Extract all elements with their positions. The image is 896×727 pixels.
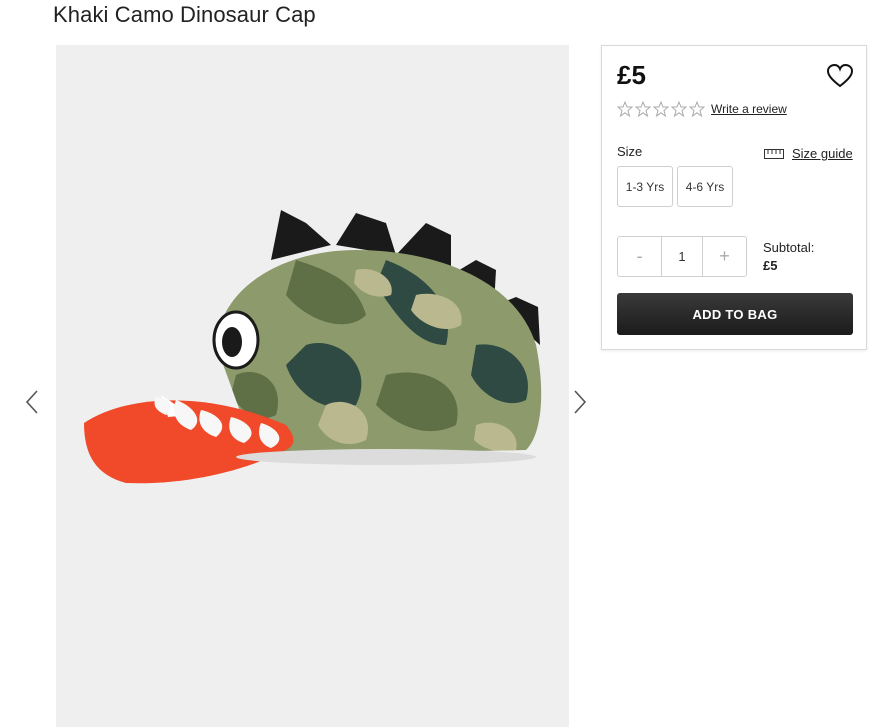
ruler-icon [764, 148, 784, 159]
star-icon [689, 101, 705, 117]
star-icon [635, 101, 651, 117]
size-label: Size [617, 144, 643, 159]
size-option-4-6-yrs[interactable]: 4-6 Yrs [677, 166, 733, 207]
size-guide-link[interactable]: Size guide [764, 146, 853, 161]
star-icon [653, 101, 669, 117]
chevron-left-icon [25, 390, 38, 414]
quantity-input[interactable] [661, 237, 703, 276]
quantity-decrease-button[interactable]: - [618, 237, 661, 276]
chevron-right-icon [574, 390, 587, 414]
write-review-link[interactable]: Write a review [711, 102, 787, 116]
add-to-bag-button[interactable]: ADD TO BAG [617, 293, 853, 335]
product-image-gallery[interactable] [56, 45, 569, 727]
product-image [56, 45, 569, 727]
size-options: 1-3 Yrs 4-6 Yrs [617, 166, 733, 207]
star-icon [617, 101, 633, 117]
subtotal-label: Subtotal: [763, 240, 815, 255]
heart-icon [826, 63, 854, 88]
gallery-prev-button[interactable] [22, 388, 42, 416]
size-option-1-3-yrs[interactable]: 1-3 Yrs [617, 166, 673, 207]
purchase-panel: £5 Write a review Size Size guide 1-3 Yr… [601, 45, 867, 350]
gallery-next-button[interactable] [570, 388, 590, 416]
rating-stars[interactable] [617, 101, 705, 117]
star-icon [671, 101, 687, 117]
size-guide-label: Size guide [792, 146, 853, 161]
wishlist-button[interactable] [826, 63, 854, 89]
quantity-increase-button[interactable]: + [703, 237, 746, 276]
product-price: £5 [617, 60, 646, 90]
subtotal-value: £5 [763, 258, 778, 273]
quantity-stepper: - + [617, 236, 747, 277]
product-title: Khaki Camo Dinosaur Cap [53, 2, 316, 27]
